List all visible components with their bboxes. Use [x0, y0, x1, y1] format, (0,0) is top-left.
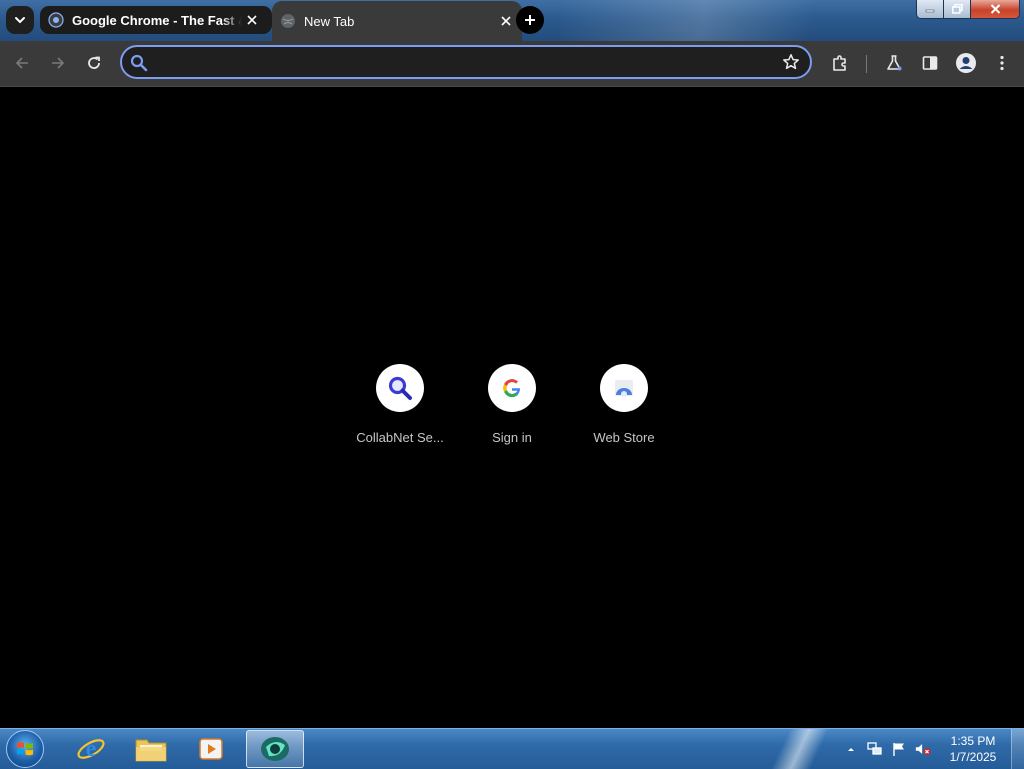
media-player-icon: [199, 738, 223, 760]
chrome-running-icon: [261, 737, 289, 761]
window-controls: [916, 0, 1020, 19]
shortcut-web-store[interactable]: Web Store: [568, 364, 680, 454]
close-icon: [247, 15, 257, 25]
minimize-button[interactable]: [917, 0, 944, 18]
volume-muted-icon: [915, 744, 931, 756]
shortcut-collabnet[interactable]: CollabNet Se...: [344, 364, 456, 454]
forward-arrow-icon: [52, 57, 65, 69]
taskbar-chrome[interactable]: [246, 730, 304, 768]
tab-search-button[interactable]: [6, 6, 34, 34]
extensions-icon: [833, 55, 846, 71]
action-center-flag-icon: [893, 743, 904, 756]
restore-button[interactable]: [944, 0, 971, 18]
show-hidden-icons-arrow: [848, 748, 854, 751]
tab-title: Google Chrome - The Fast & Secure Web Br…: [72, 12, 242, 28]
side-panel-button[interactable]: [916, 49, 944, 77]
close-tab-button[interactable]: [242, 10, 262, 30]
back-button[interactable]: [8, 49, 36, 77]
minimize-icon: [925, 9, 935, 13]
taskbar-internet-explorer[interactable]: e: [62, 730, 120, 768]
star-icon[interactable]: [782, 53, 800, 71]
svg-text:e: e: [86, 736, 97, 762]
reload-icon: [88, 56, 100, 69]
windows-logo-icon: [17, 742, 33, 756]
volume-button[interactable]: [915, 741, 931, 757]
shortcut-label: Web Store: [593, 430, 655, 445]
restore-icon: [951, 4, 963, 14]
start-button[interactable]: [6, 730, 44, 768]
globe-icon: [281, 14, 295, 28]
internet-explorer-icon: e: [77, 736, 105, 762]
chrome-menu-button[interactable]: [988, 49, 1016, 77]
tab-new-tab[interactable]: New Tab: [272, 1, 522, 41]
google-g-icon: [503, 379, 521, 398]
new-tab-page: CollabNet Se... Sign in Web Store: [0, 87, 1024, 728]
tab-title: New Tab: [304, 13, 355, 29]
side-panel-icon: [922, 56, 938, 70]
more-menu-icon: [1000, 55, 1004, 71]
shortcut-label: CollabNet Se...: [356, 430, 444, 445]
shortcut-label: Sign in: [492, 430, 532, 445]
clock-time: 1:35 PM: [950, 734, 996, 748]
network-icon: [867, 742, 882, 755]
browser-toolbar: [0, 41, 1024, 87]
shortcut-tile: [488, 364, 536, 412]
title-bar: Google Chrome - The Fast & Secure Web Br…: [0, 0, 1024, 41]
taskbar-media-player[interactable]: [182, 730, 240, 768]
action-center-button[interactable]: [891, 741, 907, 757]
chevron-down-icon: [15, 17, 25, 24]
labs-button[interactable]: [880, 49, 908, 77]
taskbar-file-explorer[interactable]: [122, 730, 180, 768]
clock-date: 1/7/2025: [949, 750, 997, 764]
close-icon: [501, 16, 511, 26]
file-explorer-icon: [135, 739, 167, 762]
shortcut-tile: [600, 364, 648, 412]
tab-chrome-home[interactable]: Google Chrome - The Fast & Secure Web Br…: [40, 6, 272, 34]
extensions-button[interactable]: [826, 49, 854, 77]
shortcut-tile: [376, 364, 424, 412]
plus-icon: [525, 15, 535, 25]
profile-avatar-icon: [956, 53, 976, 73]
close-icon: [990, 4, 1000, 14]
show-desktop-button[interactable]: [1011, 729, 1024, 769]
profile-button[interactable]: [952, 49, 980, 77]
shortcut-sign-in[interactable]: Sign in: [456, 364, 568, 454]
windows-taskbar: e 1:35 PM 1/7/2025: [0, 728, 1024, 769]
taskbar-clock[interactable]: 1:35 PM 1/7/2025: [936, 733, 1010, 765]
back-arrow-icon: [15, 57, 28, 69]
close-window-button[interactable]: [971, 0, 1019, 18]
reload-button[interactable]: [80, 49, 108, 77]
labs-flask-icon: [887, 55, 902, 71]
address-input[interactable]: [156, 47, 780, 79]
web-store-icon: [615, 380, 633, 397]
close-tab-button[interactable]: [496, 11, 516, 31]
chrome-icon: [48, 12, 64, 28]
new-tab-button[interactable]: [516, 6, 544, 34]
search-icon: [130, 54, 148, 72]
network-tray-button[interactable]: [867, 741, 883, 757]
address-bar[interactable]: [120, 45, 812, 79]
magnifier-icon: [388, 376, 412, 400]
toolbar-divider: [866, 55, 867, 73]
forward-button[interactable]: [44, 49, 72, 77]
show-hidden-icons-button[interactable]: [843, 741, 859, 757]
